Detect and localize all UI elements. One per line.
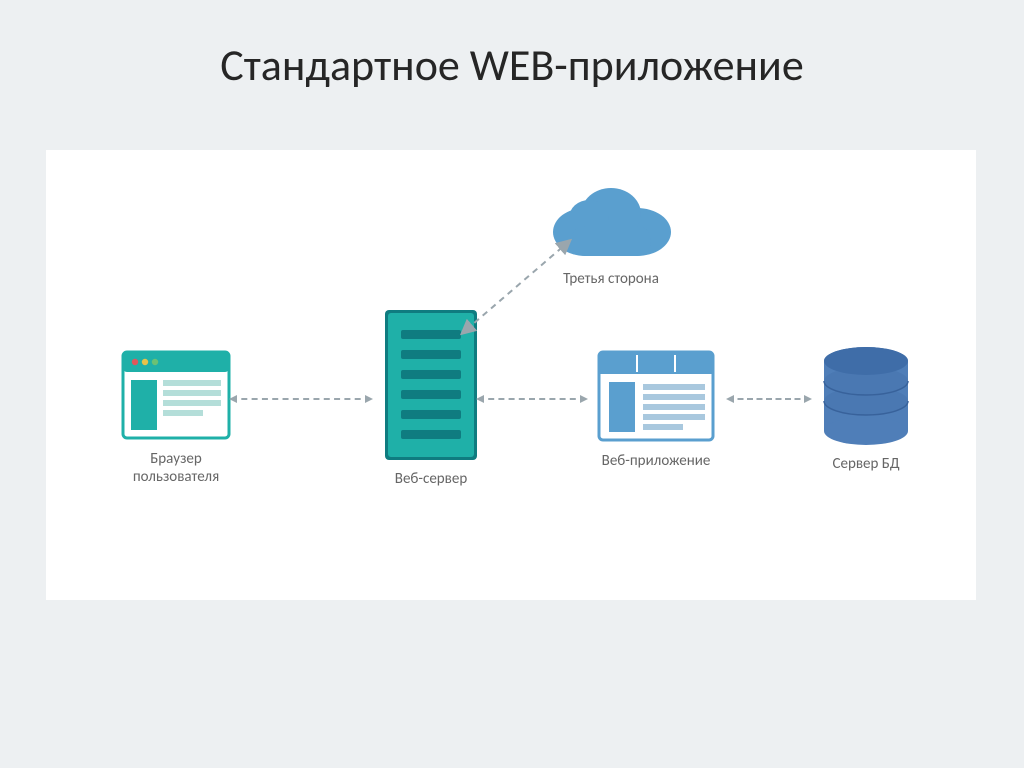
webapp-label: Веб-приложение bbox=[602, 452, 711, 470]
slide: Стандартное WEB-приложение Б bbox=[0, 0, 1024, 768]
server-icon bbox=[385, 310, 477, 460]
cloud-icon bbox=[541, 180, 681, 260]
arrow-webapp-db bbox=[728, 398, 810, 400]
node-webapp: Веб-приложение bbox=[586, 350, 726, 470]
database-icon bbox=[820, 345, 912, 445]
browser-label-line2: пользователя bbox=[133, 468, 219, 486]
node-webserver: Веб-сервер bbox=[376, 310, 486, 488]
diagram-panel: Браузер пользователя Веб-сервер bbox=[46, 150, 976, 600]
node-cloud: Третья сторона bbox=[526, 180, 696, 288]
arrow-browser-server bbox=[231, 398, 371, 400]
browser-label-line1: Браузер bbox=[133, 450, 219, 468]
webapp-icon bbox=[597, 350, 715, 442]
browser-icon bbox=[121, 350, 231, 440]
node-browser: Браузер пользователя bbox=[106, 350, 246, 486]
db-label: Сервер БД bbox=[833, 455, 900, 473]
browser-label: Браузер пользователя bbox=[133, 450, 219, 486]
node-db: Сервер БД bbox=[806, 345, 926, 473]
slide-title: Стандартное WEB-приложение bbox=[0, 38, 1024, 92]
arrow-server-webapp bbox=[478, 398, 586, 400]
webserver-label: Веб-сервер bbox=[395, 470, 467, 488]
cloud-label: Третья сторона bbox=[563, 270, 659, 288]
